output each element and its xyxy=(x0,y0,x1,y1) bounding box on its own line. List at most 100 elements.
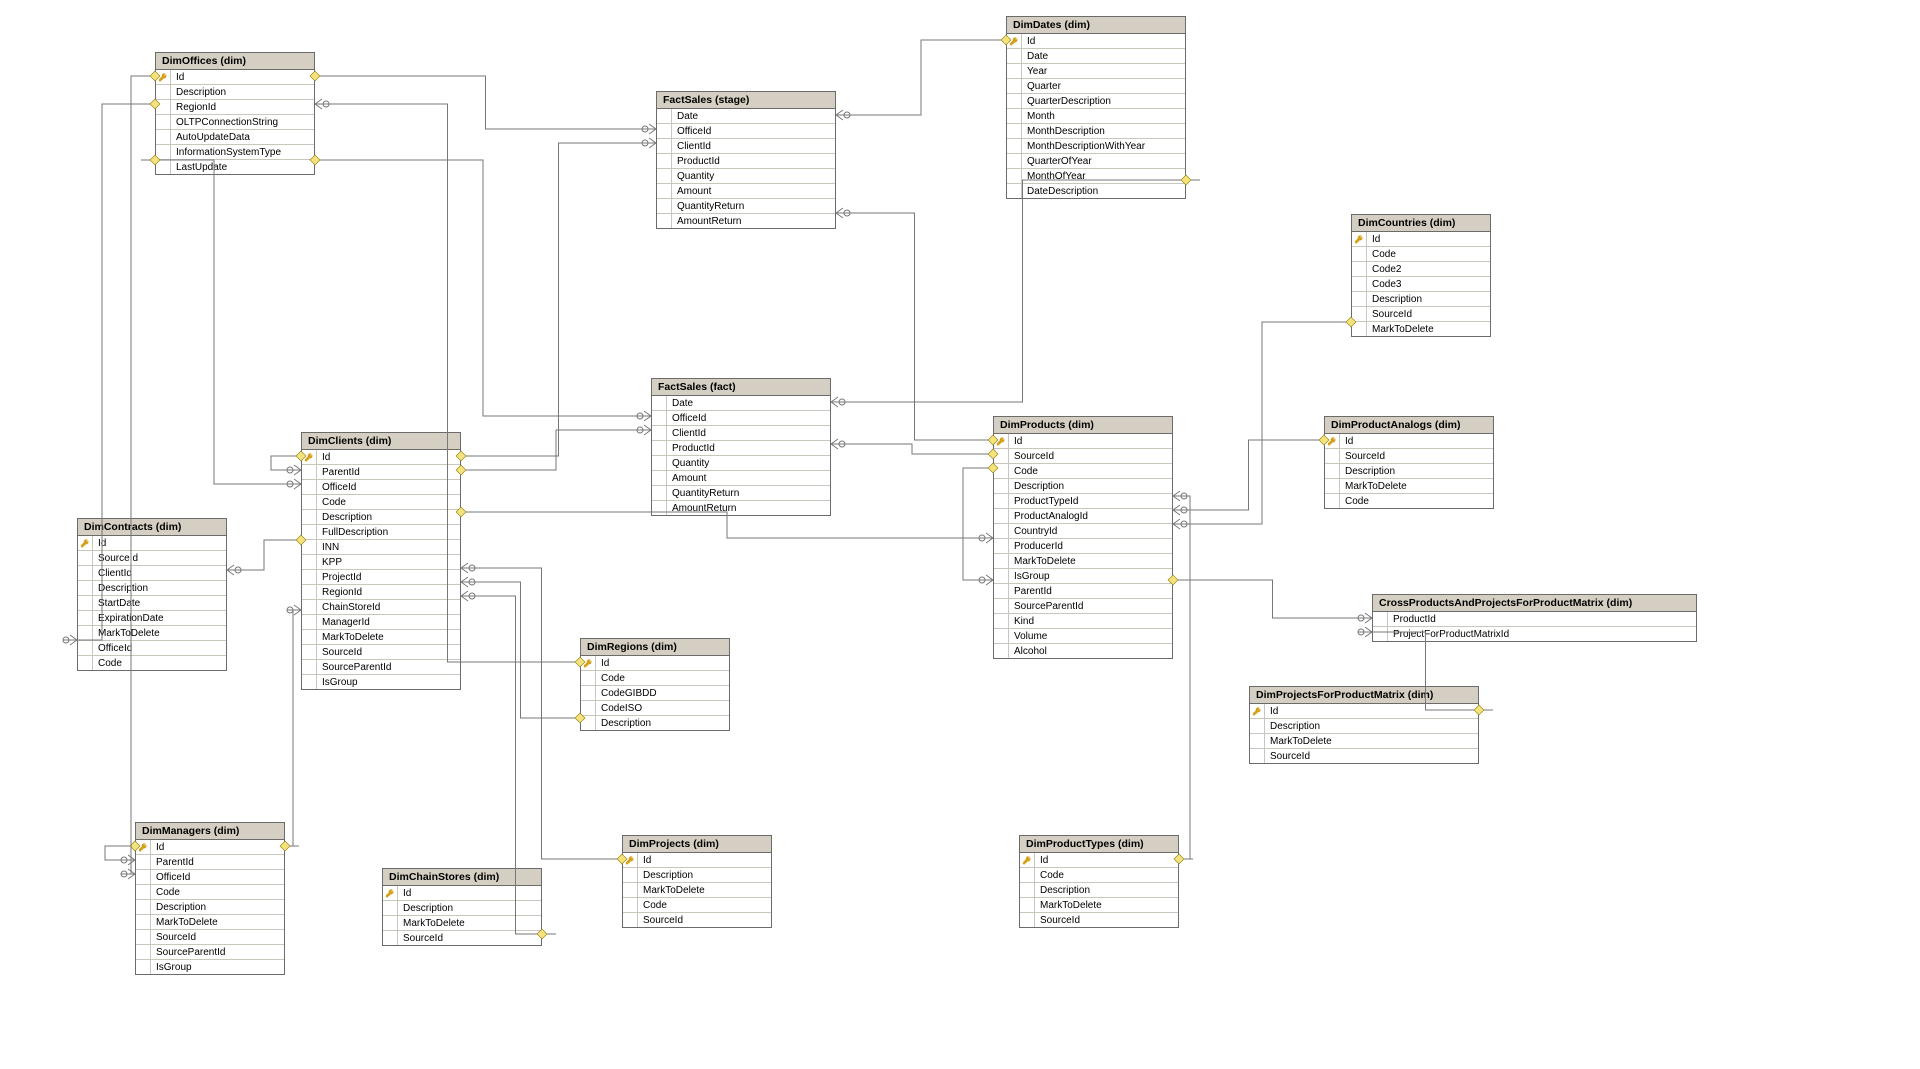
column-row: ProjectForProductMatrixId xyxy=(1373,627,1696,641)
table-title: FactSales (stage) xyxy=(657,92,835,109)
column-name: QuantityReturn xyxy=(672,201,749,212)
column-row: MarkToDelete xyxy=(1020,898,1178,913)
key-placeholder xyxy=(1352,277,1367,291)
column-name: Description xyxy=(1009,481,1069,492)
column-name: Code xyxy=(1035,870,1069,881)
key-placeholder xyxy=(302,495,317,509)
key-placeholder xyxy=(1325,479,1340,493)
column-name: MonthDescription xyxy=(1022,126,1110,137)
key-placeholder xyxy=(302,540,317,554)
column-row: Description xyxy=(136,900,284,915)
column-row: Description xyxy=(1352,292,1490,307)
table-DimProductTypes[interactable]: DimProductTypes (dim)IdCodeDescriptionMa… xyxy=(1019,835,1179,928)
column-row: Description xyxy=(581,716,729,730)
column-name: Id xyxy=(151,842,169,853)
column-name: Code3 xyxy=(1367,279,1406,290)
key-placeholder xyxy=(994,584,1009,598)
column-row: ClientId xyxy=(652,426,830,441)
column-name: ProducerId xyxy=(1009,541,1068,552)
key-placeholder xyxy=(994,509,1009,523)
column-row: Code3 xyxy=(1352,277,1490,292)
column-row: Id xyxy=(1250,704,1478,719)
column-row: QuantityReturn xyxy=(652,486,830,501)
key-placeholder xyxy=(1373,627,1388,641)
column-name: SourceParentId xyxy=(1009,601,1089,612)
key-placeholder xyxy=(623,868,638,882)
column-name: Description xyxy=(171,87,231,98)
column-row: Id xyxy=(78,536,226,551)
column-row: SourceId xyxy=(1325,449,1493,464)
key-icon xyxy=(383,886,398,900)
key-placeholder xyxy=(1352,262,1367,276)
table-title: DimChainStores (dim) xyxy=(383,869,541,886)
column-name: FullDescription xyxy=(317,527,393,538)
column-name: ParentId xyxy=(1009,586,1057,597)
key-placeholder xyxy=(302,525,317,539)
key-placeholder xyxy=(994,614,1009,628)
table-DimRegions[interactable]: DimRegions (dim)IdCodeCodeGIBDDCodeISODe… xyxy=(580,638,730,731)
key-placeholder xyxy=(1007,124,1022,138)
key-placeholder xyxy=(136,915,151,929)
column-row: IsGroup xyxy=(136,960,284,974)
column-row: MarkToDelete xyxy=(1325,479,1493,494)
column-name: RegionId xyxy=(317,587,367,598)
column-name: Id xyxy=(1367,234,1385,245)
key-placeholder xyxy=(657,139,672,153)
key-icon xyxy=(78,536,93,550)
column-row: LastUpdate xyxy=(156,160,314,174)
column-name: SourceId xyxy=(151,932,201,943)
table-DimOffices[interactable]: DimOffices (dim)IdDescriptionRegionIdOLT… xyxy=(155,52,315,175)
column-name: Id xyxy=(1022,36,1040,47)
table-DimChainStores[interactable]: DimChainStores (dim)IdDescriptionMarkToD… xyxy=(382,868,542,946)
key-placeholder xyxy=(78,596,93,610)
column-row: SourceId xyxy=(136,930,284,945)
key-placeholder xyxy=(657,184,672,198)
column-name: Year xyxy=(1022,66,1052,77)
table-title: DimProductAnalogs (dim) xyxy=(1325,417,1493,434)
key-placeholder xyxy=(156,160,171,174)
key-placeholder xyxy=(136,945,151,959)
column-row: RegionId xyxy=(156,100,314,115)
column-row: SourceParentId xyxy=(994,599,1172,614)
table-DimProjects[interactable]: DimProjects (dim)IdDescriptionMarkToDele… xyxy=(622,835,772,928)
column-row: Quantity xyxy=(652,456,830,471)
table-FactSalesFact[interactable]: FactSales (fact)DateOfficeIdClientIdProd… xyxy=(651,378,831,516)
column-row: ClientId xyxy=(78,566,226,581)
column-name: Code xyxy=(638,900,672,911)
table-DimDates[interactable]: DimDates (dim)IdDateYearQuarterQuarterDe… xyxy=(1006,16,1186,199)
table-DimProductAnalogs[interactable]: DimProductAnalogs (dim)IdSourceIdDescrip… xyxy=(1324,416,1494,509)
table-DimClients[interactable]: DimClients (dim)IdParentIdOfficeIdCodeDe… xyxy=(301,432,461,690)
table-DimProjectsForProductMatrix[interactable]: DimProjectsForProductMatrix (dim)IdDescr… xyxy=(1249,686,1479,764)
column-row: Id xyxy=(1007,34,1185,49)
column-name: Id xyxy=(596,658,614,669)
key-placeholder xyxy=(623,913,638,927)
column-row: ProducerId xyxy=(994,539,1172,554)
column-name: Month xyxy=(1022,111,1060,122)
key-placeholder xyxy=(652,456,667,470)
column-row: ProductTypeId xyxy=(994,494,1172,509)
column-row: Code xyxy=(623,898,771,913)
column-row: Description xyxy=(156,85,314,100)
column-row: Description xyxy=(78,581,226,596)
table-DimCountries[interactable]: DimCountries (dim)IdCodeCode2Code3Descri… xyxy=(1351,214,1491,337)
column-name: Id xyxy=(398,888,416,899)
column-name: MarkToDelete xyxy=(1340,481,1412,492)
table-title: DimProducts (dim) xyxy=(994,417,1172,434)
key-placeholder xyxy=(652,471,667,485)
table-DimManagers[interactable]: DimManagers (dim)IdParentIdOfficeIdCodeD… xyxy=(135,822,285,975)
column-name: MarkToDelete xyxy=(638,885,710,896)
key-placeholder xyxy=(581,701,596,715)
table-title: DimManagers (dim) xyxy=(136,823,284,840)
column-name: Description xyxy=(93,583,153,594)
key-placeholder xyxy=(1007,139,1022,153)
key-icon xyxy=(623,853,638,867)
key-icon xyxy=(1007,34,1022,48)
column-name: MarkToDelete xyxy=(93,628,165,639)
table-DimContracts[interactable]: DimContracts (dim)IdSourceIdClientIdDesc… xyxy=(77,518,227,671)
table-DimProducts[interactable]: DimProducts (dim)IdSourceIdCodeDescripti… xyxy=(993,416,1173,659)
table-FactSalesStage[interactable]: FactSales (stage)DateOfficeIdClientIdPro… xyxy=(656,91,836,229)
column-name: SourceId xyxy=(1265,751,1315,762)
key-icon xyxy=(1020,853,1035,867)
column-name: Description xyxy=(1035,885,1095,896)
table-CrossProductsProjects[interactable]: CrossProductsAndProjectsForProductMatrix… xyxy=(1372,594,1697,642)
